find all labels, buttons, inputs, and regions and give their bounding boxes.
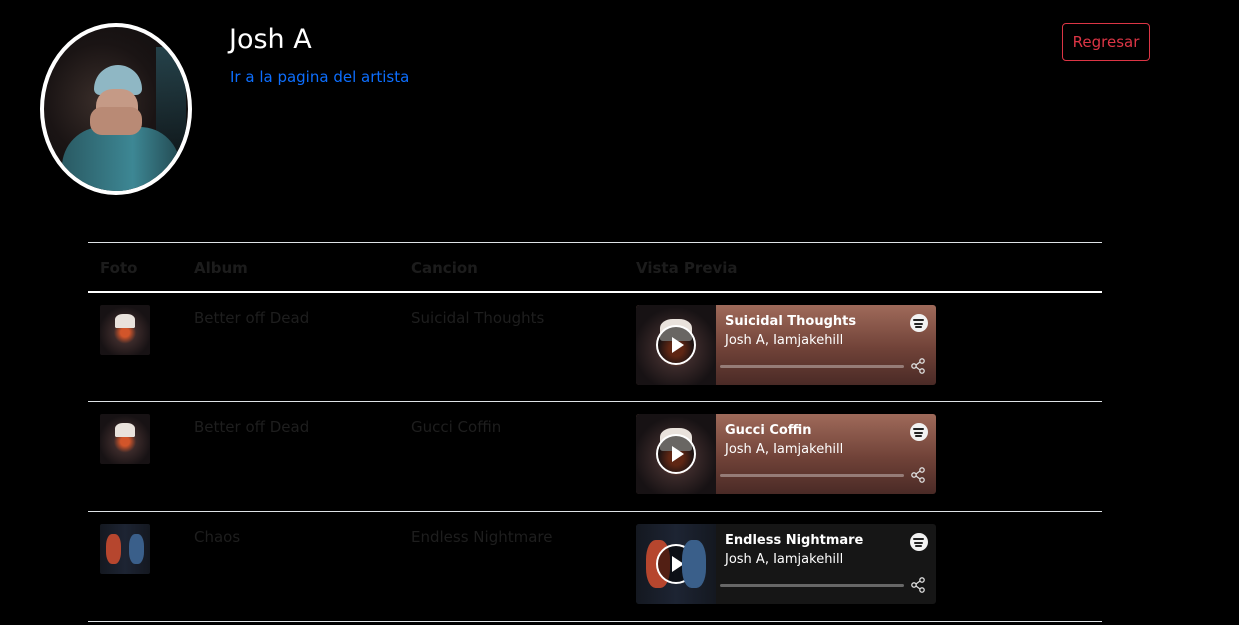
spotify-preview[interactable]: Endless Nightmare Josh A, Iamjakehill [636, 524, 936, 604]
artist-avatar [40, 23, 192, 195]
tracks-table: Foto Album Cancion Vista Previa Better o… [88, 242, 1102, 622]
preview-title: Gucci Coffin [725, 423, 812, 438]
share-icon[interactable] [910, 357, 926, 374]
header-album: Album [194, 259, 248, 277]
preview-progress-bar[interactable] [720, 474, 904, 477]
play-icon[interactable] [656, 544, 696, 584]
spotify-icon[interactable] [910, 313, 928, 332]
preview-title: Suicidal Thoughts [725, 313, 857, 329]
header-cancion: Cancion [411, 259, 478, 277]
spotify-icon[interactable] [910, 423, 928, 441]
song-name: Endless Nightmare [411, 528, 553, 546]
share-icon[interactable] [910, 577, 926, 593]
song-name: Gucci Coffin [411, 418, 502, 436]
preview-title: Endless Nightmare [725, 533, 864, 548]
artist-page-link[interactable]: Ir a la pagina del artista [230, 68, 409, 86]
spotify-preview[interactable]: Suicidal Thoughts Josh A, Iamjakehill [636, 304, 936, 385]
play-icon[interactable] [656, 324, 696, 365]
preview-artists: Josh A, Iamjakehill [725, 332, 844, 348]
back-button[interactable]: Regresar [1062, 23, 1150, 61]
song-name: Suicidal Thoughts [411, 308, 545, 327]
spotify-preview[interactable]: Gucci Coffin Josh A, Iamjakehill [636, 414, 936, 494]
artist-name: Josh A [229, 24, 312, 55]
album-cover [100, 304, 150, 355]
table-row: Better off Dead Gucci Coffin Gucci Coffi… [88, 402, 1102, 512]
album-name: Chaos [194, 528, 241, 546]
preview-progress-bar[interactable] [720, 584, 904, 587]
play-icon[interactable] [656, 434, 696, 474]
preview-cover [636, 304, 716, 385]
preview-cover [636, 414, 716, 494]
header-foto: Foto [100, 259, 138, 277]
preview-cover [636, 524, 716, 604]
preview-progress-bar[interactable] [720, 364, 904, 368]
share-icon[interactable] [910, 467, 926, 483]
spotify-icon[interactable] [910, 533, 928, 551]
album-name: Better off Dead [194, 308, 310, 327]
preview-artists: Josh A, Iamjakehill [725, 552, 844, 567]
preview-artists: Josh A, Iamjakehill [725, 442, 844, 457]
header-vista-previa: Vista Previa [636, 259, 738, 277]
table-row: Chaos Endless Nightmare Endless Nightmar… [88, 512, 1102, 622]
album-cover [100, 414, 150, 464]
album-cover [100, 524, 150, 574]
album-name: Better off Dead [194, 418, 310, 436]
table-row: Better off Dead Suicidal Thoughts Suicid… [88, 292, 1102, 402]
table-header-row: Foto Album Cancion Vista Previa [88, 242, 1102, 292]
